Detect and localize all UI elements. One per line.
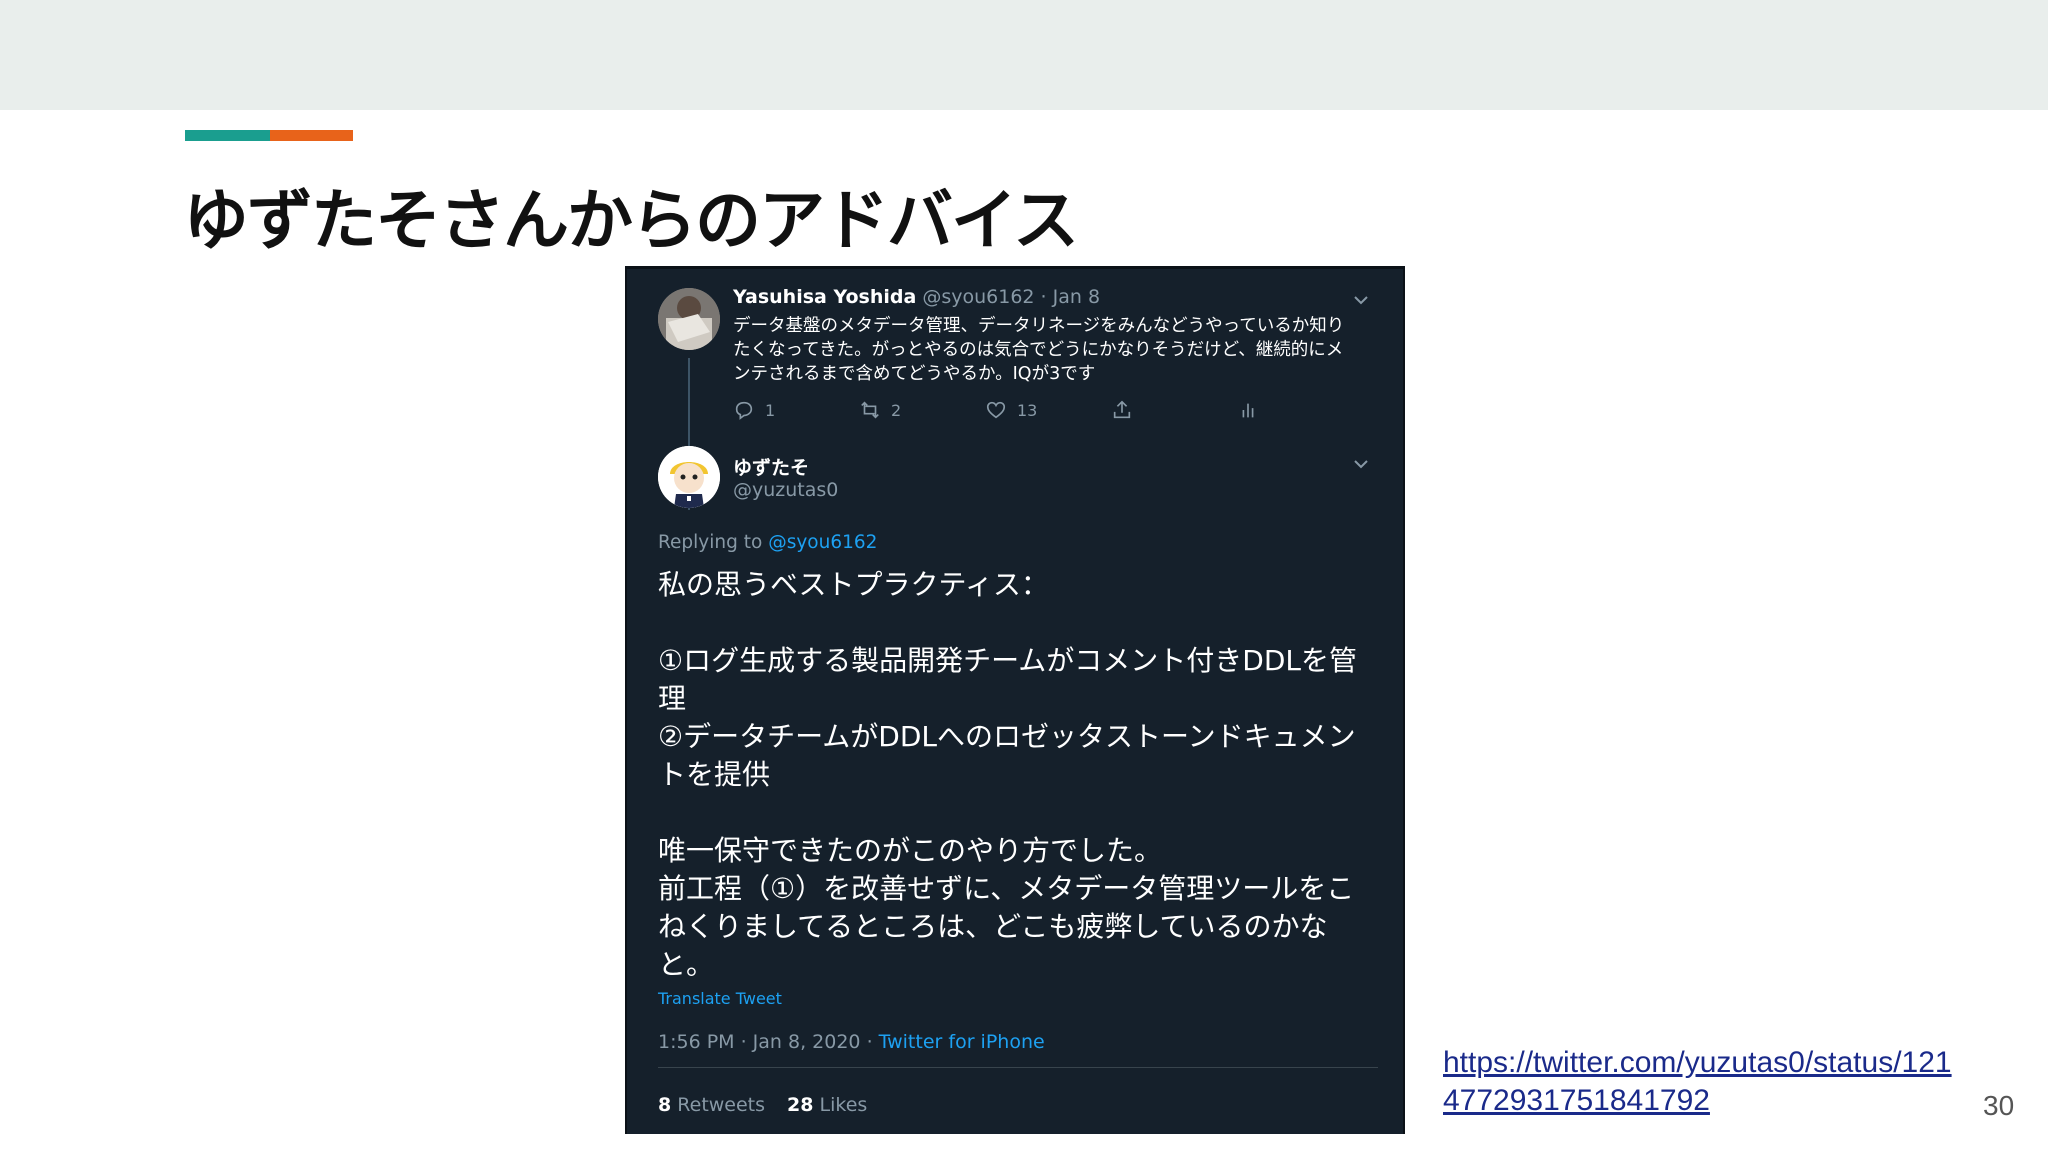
- like-button[interactable]: 13: [985, 399, 1037, 421]
- tweet-timestamp: 1:56 PM · Jan 8, 2020 · Twitter for iPho…: [658, 1031, 1045, 1053]
- retweet-button[interactable]: 2: [859, 399, 901, 421]
- page-number: 30: [1983, 1090, 2015, 1121]
- likes-count: 28: [787, 1094, 814, 1116]
- chevron-down-icon[interactable]: [1352, 455, 1370, 473]
- like-count: 13: [1017, 400, 1038, 420]
- tweet-screenshot: Yasuhisa Yoshida @syou6162 · Jan 8 データ基盤…: [625, 266, 1405, 1134]
- likes-stat[interactable]: 28 Likes: [787, 1094, 867, 1116]
- slide-header-band: [0, 0, 2048, 110]
- replying-to-label: Replying to: [658, 532, 763, 553]
- author-handle[interactable]: @yuzutas0: [733, 479, 838, 501]
- analytics-button[interactable]: [1237, 399, 1259, 421]
- retweets-count: 8: [658, 1094, 672, 1116]
- mention-link[interactable]: @syou6162: [768, 532, 877, 553]
- avatar[interactable]: [658, 288, 720, 350]
- slide-title: ゆずたそさんからのアドバイス: [183, 182, 1079, 259]
- tweet-stats: 8 Retweets 28 Likes: [658, 1094, 867, 1116]
- reply-count: 1: [765, 400, 776, 420]
- reply-button[interactable]: 1: [733, 399, 775, 421]
- retweet-count: 2: [891, 400, 902, 420]
- retweet-icon: [861, 401, 879, 419]
- likes-label: Likes: [819, 1094, 868, 1116]
- author-name[interactable]: ゆずたそ: [733, 453, 809, 480]
- share-icon: [1113, 400, 1131, 419]
- avatar[interactable]: [658, 446, 720, 508]
- reply-icon: [735, 401, 753, 420]
- accent-bar-orange: [270, 130, 353, 141]
- tweet-header: Yasuhisa Yoshida @syou6162 · Jan 8: [733, 286, 1100, 308]
- author-meta: @syou6162 · Jan 8: [922, 286, 1101, 308]
- accent-bar-teal: [185, 130, 270, 141]
- tweet-body: 私の思うベストプラクティス： ①ログ生成する製品開発チームがコメント付きDDLを…: [658, 568, 1357, 981]
- replying-to: Replying to @syou6162: [658, 532, 877, 553]
- analytics-icon: [1242, 403, 1254, 418]
- timestamp-text[interactable]: 1:56 PM · Jan 8, 2020 ·: [658, 1031, 873, 1053]
- chevron-down-icon[interactable]: [1352, 291, 1370, 309]
- retweets-label: Retweets: [677, 1094, 766, 1116]
- divider: [658, 1067, 1378, 1068]
- tweet-actions: 1 2 13: [733, 399, 1293, 425]
- tweet-url-link[interactable]: https://twitter.com/yuzutas0/status/1214…: [1443, 1044, 1963, 1120]
- tweet-source[interactable]: Twitter for iPhone: [879, 1031, 1045, 1053]
- translate-tweet-link[interactable]: Translate Tweet: [658, 989, 782, 1008]
- tweet-text: データ基盤のメタデータ管理、データリネージをみんなどうやっているか知りたくなって…: [733, 316, 1345, 384]
- like-icon: [986, 401, 1006, 419]
- author-name[interactable]: Yasuhisa Yoshida: [733, 286, 916, 308]
- retweets-stat[interactable]: 8 Retweets: [658, 1094, 765, 1116]
- share-button[interactable]: [1111, 399, 1133, 421]
